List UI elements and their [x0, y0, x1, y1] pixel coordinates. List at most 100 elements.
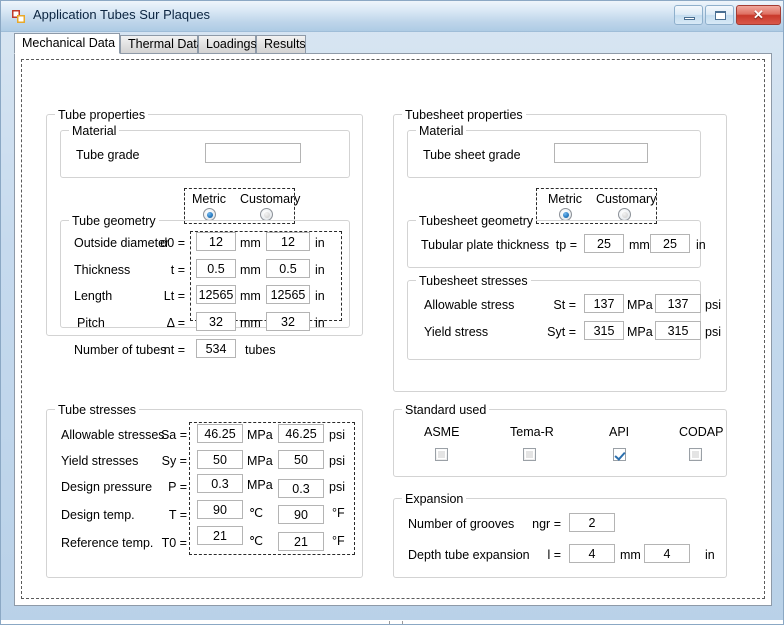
field-customary-input[interactable]: [278, 450, 324, 469]
field-metric-input[interactable]: [197, 450, 243, 469]
group-tubesheet-material: Material Tube sheet grade: [407, 124, 701, 178]
vs-form-icon: [12, 10, 25, 23]
field-label: Design temp.: [61, 508, 135, 522]
field-symbol: T =: [168, 508, 187, 522]
field-label: Number of grooves: [408, 517, 515, 531]
field-symbol: Lt =: [163, 289, 185, 303]
window-controls: ✕: [674, 5, 781, 25]
standard-checkbox-api[interactable]: [613, 448, 626, 461]
group-tubesheet-stresses: Tubesheet stresses Allowable stress St =…: [407, 274, 721, 360]
field-metric-input[interactable]: [196, 285, 236, 304]
field-symbol: ngr =: [532, 517, 561, 531]
group-title: Tubesheet geometry: [416, 214, 537, 228]
field-customary-input[interactable]: [655, 294, 701, 313]
field-metric-input[interactable]: [569, 544, 615, 563]
customary-label: Customary: [596, 192, 657, 206]
field-customary-unit: psi: [705, 298, 721, 312]
field-metric-unit: MPa: [627, 298, 653, 312]
group-title: Expansion: [402, 492, 467, 506]
field-customary-unit: °F: [332, 506, 345, 520]
field-metric-unit: mm: [240, 236, 261, 250]
field-symbol: t =: [170, 263, 185, 277]
field-metric-input[interactable]: [584, 321, 624, 340]
field-customary-unit: psi: [329, 454, 345, 468]
field-metric-input[interactable]: [197, 424, 243, 443]
field-symbol: Δ =: [166, 316, 185, 330]
field-metric-input[interactable]: [196, 259, 236, 278]
field-customary-input[interactable]: [266, 312, 310, 331]
field-symbol: Syt =: [547, 325, 576, 339]
field-metric-input[interactable]: [196, 232, 236, 251]
field-metric-unit: MPa: [627, 325, 653, 339]
tab-loadings[interactable]: Loadings: [198, 35, 257, 53]
field-customary-unit: in: [315, 236, 325, 250]
field-metric-unit: MPa: [247, 454, 273, 468]
close-button[interactable]: ✕: [736, 5, 781, 25]
field-customary-input[interactable]: [278, 505, 324, 524]
metric-label: Metric: [192, 192, 227, 206]
field-metric-input[interactable]: [569, 513, 615, 532]
field-customary-input[interactable]: [278, 532, 324, 551]
tubesheet-grade-label: Tube sheet grade: [423, 148, 521, 162]
minimize-button[interactable]: [674, 5, 703, 25]
field-customary-input[interactable]: [266, 232, 310, 251]
field-customary-unit: in: [705, 548, 715, 562]
field-metric-input[interactable]: [197, 526, 243, 545]
field-label: Reference temp.: [61, 536, 154, 550]
field-metric-unit: mm: [620, 548, 641, 562]
field-metric-input[interactable]: [196, 339, 236, 358]
field-customary-input[interactable]: [266, 285, 310, 304]
group-title: Material: [69, 124, 120, 138]
field-symbol: T0 =: [161, 536, 187, 550]
field-customary-input[interactable]: [266, 259, 310, 278]
tab-results[interactable]: Results: [256, 35, 306, 53]
tab-mechanical-data[interactable]: Mechanical Data: [14, 33, 120, 54]
tube-grade-input[interactable]: [205, 143, 301, 163]
maximize-button[interactable]: [705, 5, 734, 25]
group-tubesheet-properties: Tubesheet properties Material Tube sheet…: [393, 108, 727, 392]
window-title: Application Tubes Sur Plaques: [33, 7, 211, 22]
field-customary-input[interactable]: [650, 234, 690, 253]
taskbar-tick: [389, 621, 403, 624]
standard-checkbox-asme[interactable]: [435, 448, 448, 461]
field-metric-unit: mm: [629, 238, 650, 252]
tab-label: Thermal Data: [128, 37, 204, 51]
group-title: Tubesheet stresses: [416, 274, 531, 288]
tab-strip: Mechanical Data Thermal Data Loadings Re…: [14, 33, 772, 54]
field-symbol: P =: [168, 480, 187, 494]
field-customary-input[interactable]: [644, 544, 690, 563]
field-customary-unit: psi: [705, 325, 721, 339]
field-label: Pitch: [77, 316, 105, 330]
tubesheet-grade-input[interactable]: [554, 143, 648, 163]
close-icon: ✕: [753, 7, 764, 22]
field-label: Yield stress: [424, 325, 489, 339]
field-metric-input[interactable]: [197, 474, 243, 493]
minimize-icon: [684, 17, 695, 20]
group-title: Standard used: [402, 403, 490, 417]
field-metric-input[interactable]: [197, 500, 243, 519]
standard-checkbox-tema-r[interactable]: [523, 448, 536, 461]
tube-grade-label: Tube grade: [76, 148, 140, 162]
field-symbol: Sa =: [160, 428, 187, 442]
field-symbol: Sy =: [161, 454, 187, 468]
group-expansion: Expansion Number of grooves ngr = Depth …: [393, 492, 727, 578]
standard-checkbox-codap[interactable]: [689, 448, 702, 461]
field-metric-input[interactable]: [196, 312, 236, 331]
group-title: Tube geometry: [69, 214, 159, 228]
tab-thermal-data[interactable]: Thermal Data: [120, 35, 204, 53]
field-label: Length: [74, 289, 113, 303]
field-customary-input[interactable]: [278, 424, 324, 443]
field-customary-input[interactable]: [655, 321, 701, 340]
field-metric-unit: mm: [240, 316, 261, 330]
group-title: Tubesheet properties: [402, 108, 526, 122]
field-metric-input[interactable]: [584, 294, 624, 313]
field-metric-unit: tubes: [245, 343, 276, 357]
field-customary-unit: °F: [332, 534, 345, 548]
group-tube-properties: Tube properties Material Tube grade Metr…: [46, 108, 363, 358]
group-title: Material: [416, 124, 467, 138]
field-metric-input[interactable]: [584, 234, 624, 253]
field-customary-unit: psi: [329, 428, 345, 442]
field-symbol: d0 =: [160, 236, 185, 250]
field-metric-unit: mm: [240, 289, 261, 303]
field-customary-input[interactable]: [278, 479, 324, 498]
